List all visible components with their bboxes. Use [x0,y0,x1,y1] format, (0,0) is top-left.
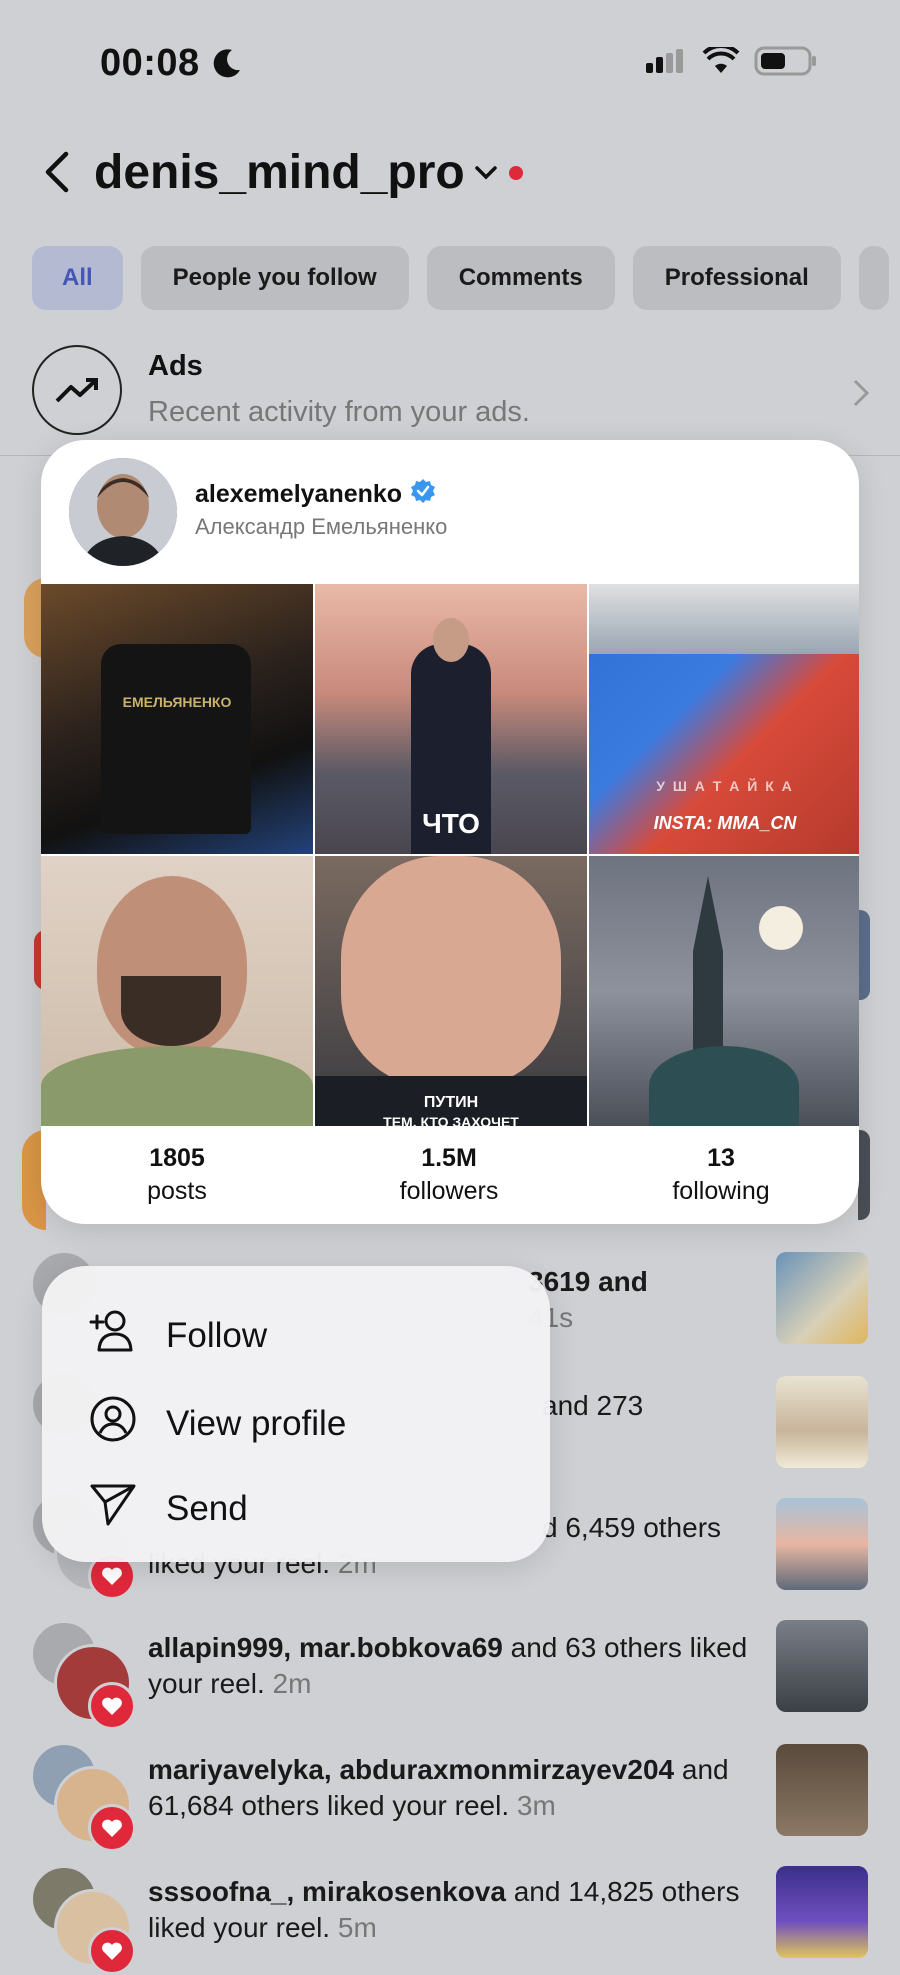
back-icon[interactable] [40,150,74,199]
notification-partial: d 6,459 others [542,1512,722,1543]
stat-value: 1.5M [421,1144,477,1172]
post-tshirt[interactable]: ЕМЕЛЬЯНЕНКО [41,584,313,854]
notification-users: mariyavelyka, abduraxmonmirzayev204 [148,1754,675,1785]
reel-thumbnail[interactable] [776,1252,868,1344]
notification-text[interactable]: sssoofna_, mirakosenkova and 14,825 othe… [148,1874,768,1946]
notification-time: 3m [516,1790,556,1821]
trending-up-icon [32,345,122,435]
profile-icon [88,1394,138,1453]
chevron-right-icon[interactable] [852,378,870,413]
post-overlay-text: INSTA: MMA_CN [653,813,797,833]
ads-title[interactable]: Ads [148,350,203,383]
post-portrait[interactable] [41,856,313,1126]
profile-avatar[interactable] [69,458,177,566]
notification-avatar[interactable] [30,1620,136,1730]
stat-posts[interactable]: 1805 posts [41,1144,313,1206]
posts-grid: ЕМЕЛЬЯНЕНКО ЧТО У Ш А Т А Й К А INSTA: M… [41,584,859,1126]
notification-text[interactable]: and 273 [542,1388,772,1424]
battery-icon [754,46,816,76]
filter-professional[interactable]: Professional [632,246,841,310]
post-putin-face[interactable]: ПУТИН ТЕМ, КТО ЗАХОЧЕТ [315,856,587,1126]
reel-thumbnail[interactable] [776,1376,868,1468]
ads-subtitle: Recent activity from your ads. [148,396,530,428]
account-username[interactable]: denis_mind_pro [94,145,465,200]
stat-value: 13 [707,1144,735,1172]
filter-more[interactable] [858,246,889,310]
filter-all[interactable]: All [32,246,123,310]
background-thumb [858,1130,870,1220]
stat-value: 1805 [149,1144,205,1172]
stat-label: followers [399,1177,499,1205]
moon-icon [212,48,242,85]
verified-badge-icon [410,478,436,511]
reel-thumbnail[interactable] [776,1498,868,1590]
filter-comments[interactable]: Comments [426,246,615,310]
notification-text[interactable]: allapin999, mar.bobkova69 and 63 others … [148,1630,768,1702]
filter-chips: All People you follow Comments Professio… [32,246,889,310]
notification-users: sssoofna_, mirakosenkova [148,1876,506,1907]
filter-people-you-follow[interactable]: People you follow [140,246,409,310]
profile-handle: alexemelyanenko [195,480,403,508]
send-icon [88,1480,138,1537]
signal-icon [646,49,683,73]
chevron-down-icon[interactable] [474,165,498,186]
notification-text[interactable]: 3619 and 41s [528,1264,768,1336]
notification-partial: and 273 [542,1390,644,1421]
notification-avatar[interactable] [30,1865,136,1975]
notification-text[interactable]: mariyavelyka, abduraxmonmirzayev204 and … [148,1752,768,1824]
post-overlay-text: ЕМЕЛЬЯНЕНКО [122,694,232,710]
stat-following[interactable]: 13 following [585,1144,857,1206]
add-person-icon [88,1308,138,1363]
notification-time: 5m [337,1912,377,1943]
heart-icon [88,1927,136,1975]
menu-send[interactable]: Send [88,1480,248,1537]
stat-followers[interactable]: 1.5M followers [313,1144,585,1206]
profile-handle-row[interactable]: alexemelyanenko [195,478,436,511]
notification-users: allapin999, mar.bobkova69 [148,1632,503,1663]
profile-preview-card[interactable]: alexemelyanenko Александр Емельяненко ЕМ… [41,440,859,1224]
menu-follow[interactable]: Follow [88,1308,267,1363]
post-tower[interactable] [589,856,859,1126]
post-overlay-text: У Ш А Т А Й К А [656,778,794,794]
status-icons [646,46,818,76]
post-wrestling[interactable]: У Ш А Т А Й К А INSTA: MMA_CN [589,584,859,854]
wifi-icon [702,47,740,73]
reel-thumbnail[interactable] [776,1866,868,1958]
reel-thumbnail[interactable] [776,1744,868,1836]
stat-label: following [672,1177,770,1205]
menu-label: View profile [166,1403,347,1443]
notification-avatar[interactable] [30,1742,136,1852]
context-menu: Follow View profile Send [42,1266,550,1562]
profile-full-name: Александр Емельяненко [195,514,448,539]
profile-stats: 1805 posts 1.5M followers 13 following [41,1144,859,1206]
heart-icon [88,1682,136,1730]
notification-dot [509,166,523,180]
menu-label: Follow [166,1315,268,1355]
post-overlay-text: ПУТИН [423,1094,479,1111]
menu-view-profile[interactable]: View profile [88,1394,346,1453]
status-time: 00:08 [100,42,200,84]
notification-time: 2m [272,1668,312,1699]
heart-icon [88,1804,136,1852]
post-putin-walk[interactable]: ЧТО [315,584,587,854]
reel-thumbnail[interactable] [776,1620,868,1712]
menu-label: Send [166,1488,248,1528]
stat-label: posts [147,1177,207,1205]
background-thumb [858,910,870,1000]
post-overlay-text: ЧТО [422,808,480,839]
post-overlay-text: ТЕМ, КТО ЗАХОЧЕТ [383,1114,519,1126]
